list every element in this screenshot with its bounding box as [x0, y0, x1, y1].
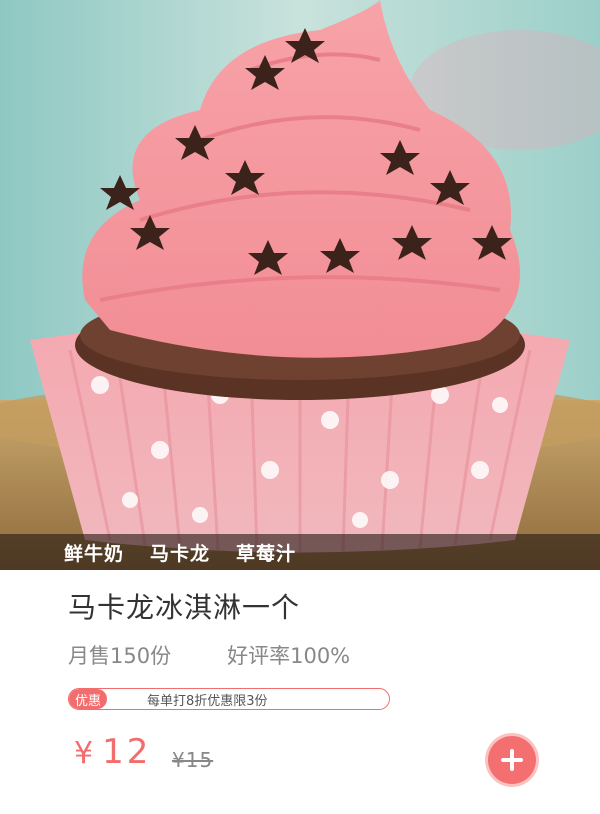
product-image[interactable]: 鲜牛奶 马卡龙 草莓汁 [0, 0, 600, 570]
product-card[interactable]: 鲜牛奶 马卡龙 草莓汁 马卡龙冰淇淋一个 月售150份 好评率100% 优惠 每… [0, 0, 600, 814]
currency-symbol: ¥ [74, 736, 97, 771]
rating: 好评率100% [227, 644, 351, 668]
monthly-sales: 月售150份 [68, 644, 172, 668]
promo-badge: 优惠 [69, 689, 108, 709]
product-title: 马卡龙冰淇淋一个 [68, 591, 301, 624]
tag-strawberry-juice: 草莓汁 [236, 542, 297, 565]
add-to-cart-button[interactable] [488, 736, 536, 784]
original-price: ¥15 [172, 748, 214, 772]
promo-text: 每单打8折优惠限3份 [147, 693, 268, 709]
price-value: 12 [102, 732, 152, 772]
ingredient-tags: 鲜牛奶 马卡龙 草莓汁 [0, 534, 600, 570]
promo-banner: 优惠 每单打8折优惠限3份 [68, 688, 390, 710]
cupcake-image [0, 0, 600, 570]
plus-icon [501, 749, 523, 771]
tag-macaron: 马卡龙 [150, 542, 211, 565]
tag-fresh-milk: 鲜牛奶 [64, 542, 125, 565]
product-stats: 月售150份 好评率100% [68, 640, 350, 670]
current-price: ¥ 12 [74, 732, 151, 772]
